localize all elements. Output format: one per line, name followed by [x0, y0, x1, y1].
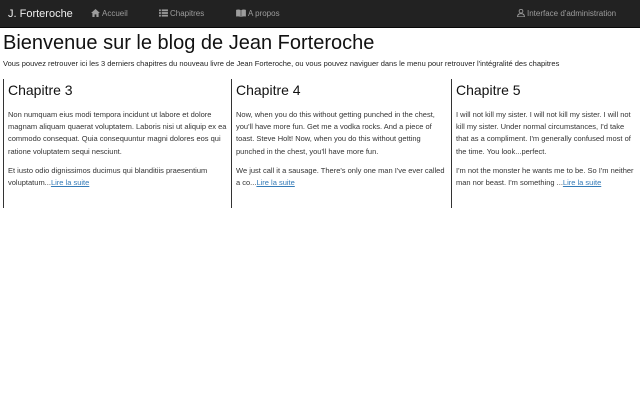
chapter-excerpt: I will not kill my sister. I will not ki…: [456, 109, 637, 189]
nav-admin-label: Interface d'administration: [527, 9, 617, 18]
excerpt-paragraph: Non numquam eius modi tempora incidunt u…: [8, 110, 227, 156]
intro-text: Vous pouvez retrouver ici les 3 derniers…: [3, 59, 560, 68]
excerpt-paragraph-last: I'm not the monster he wants me to be. S…: [456, 165, 637, 189]
chapter-title: Chapitre 3: [8, 82, 73, 98]
chapter-card: Chapitre 4 Now, when you do this without…: [231, 79, 450, 208]
excerpt-paragraph: Now, when you do this without getting pu…: [236, 110, 435, 156]
book-icon: [236, 9, 246, 17]
read-more-link[interactable]: Lire la suite: [256, 178, 294, 187]
read-more-link[interactable]: Lire la suite: [563, 178, 601, 187]
nav-about-link[interactable]: A propos: [236, 0, 280, 28]
home-icon: [91, 9, 100, 17]
nav-chapters-label: Chapitres: [170, 9, 205, 18]
nav-chapters-link[interactable]: Chapitres: [159, 0, 204, 28]
excerpt-paragraph-last: We just call it a sausage. There's only …: [236, 165, 450, 189]
chapter-excerpt: Non numquam eius modi tempora incidunt u…: [8, 109, 229, 189]
page-title: Bienvenue sur le blog de Jean Forteroche: [3, 32, 375, 54]
excerpt-text: I'm not the monster he wants me to be. S…: [456, 165, 634, 188]
nav-admin-link[interactable]: Interface d'administration: [517, 0, 616, 28]
chapter-excerpt: Now, when you do this without getting pu…: [236, 109, 450, 189]
nav-home-label: Accueil: [102, 9, 128, 18]
chapter-card: Chapitre 5 I will not kill my sister. I …: [451, 79, 637, 208]
excerpt-paragraph-last: Et iusto odio dignissimos ducimus qui bl…: [8, 165, 229, 189]
chapter-title: Chapitre 5: [456, 82, 521, 98]
list-icon: [159, 9, 168, 17]
user-icon: [517, 8, 525, 18]
read-more-link[interactable]: Lire la suite: [51, 178, 89, 187]
excerpt-text: Et iusto odio dignissimos ducimus qui bl…: [8, 165, 208, 188]
excerpt-paragraph: I will not kill my sister. I will not ki…: [456, 110, 631, 156]
nav-home-link[interactable]: Accueil: [91, 0, 128, 28]
navbar: J. Forteroche Accueil Chapitres A propos…: [0, 0, 640, 28]
chapter-title: Chapitre 4: [236, 82, 301, 98]
chapter-card: Chapitre 3 Non numquam eius modi tempora…: [3, 79, 229, 208]
nav-about-label: A propos: [248, 9, 280, 18]
brand-link[interactable]: J. Forteroche: [8, 0, 73, 28]
